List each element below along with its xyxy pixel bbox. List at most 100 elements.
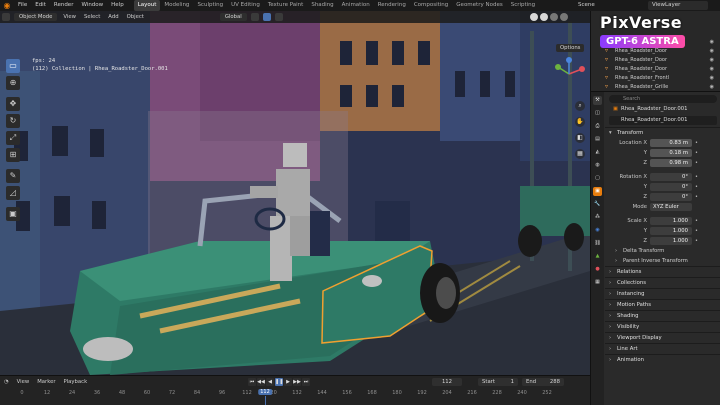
panel-header-line-art[interactable]: › Line Art [605,343,720,354]
visibility-eye-icon[interactable]: ◉ [710,48,714,54]
blender-logo-icon[interactable]: ◉ [0,0,14,11]
output-tab-icon[interactable]: ⎙ [593,122,602,131]
cursor-tool-icon[interactable]: ⊕ [6,76,20,90]
panel-header-motion-paths[interactable]: › Motion Paths [605,299,720,310]
location-y-field[interactable]: 0.18 m [650,149,692,157]
parent-inverse-subpanel[interactable]: › Parent Inverse Transform [605,256,720,266]
rotate-tool-icon[interactable]: ↻ [6,114,20,128]
camera-view-icon[interactable]: ◧ [575,133,585,143]
keyframe-dot-icon[interactable]: • [695,184,698,190]
outliner-item[interactable]: ▿ Rhea_Roadster_Frontl ◉ [591,73,720,82]
viewport-menu-view[interactable]: View [59,14,80,20]
workspace-tab-shading[interactable]: Shading [307,0,337,11]
playhead-frame-badge[interactable]: 112 [258,389,272,395]
outliner-item[interactable]: ▿ Rhea_Roadster_Door ◉ [591,55,720,64]
visibility-eye-icon[interactable]: ◉ [710,84,714,90]
menu-window[interactable]: Window [77,0,107,11]
play-icon[interactable]: ▶ [284,378,292,386]
workspace-tab-modeling[interactable]: Modeling [160,0,193,11]
keyframe-dot-icon[interactable]: • [695,140,698,146]
workspace-tab-compositing[interactable]: Compositing [410,0,452,11]
prev-keyframe-icon[interactable]: ◀◀ [257,378,265,386]
view-layer-selector[interactable]: ViewLayer [648,1,708,10]
outliner-item[interactable]: ▿ Rhea_Roadster_Door ◉ [591,64,720,73]
add-cube-tool-icon[interactable]: ▣ [6,207,20,221]
wireframe-shading-icon[interactable] [530,13,538,21]
rotation-mode-dropdown[interactable]: XYZ Euler [650,203,692,211]
physics-tab-icon[interactable]: ◉ [593,226,602,235]
workspace-tab-texture-paint[interactable]: Texture Paint [264,0,308,11]
scale-z-field[interactable]: 1.000 [650,237,692,245]
next-keyframe-icon[interactable]: ▶▶ [293,378,301,386]
panel-header-collections[interactable]: › Collections [605,277,720,288]
workspace-tab-scripting[interactable]: Scripting [507,0,539,11]
tool-tab-icon[interactable]: ⚒ [593,96,602,105]
scene-selector[interactable]: Scene [578,0,595,11]
jump-end-icon[interactable]: ⏭ [302,378,310,386]
location-z-field[interactable]: 0.98 m [650,159,692,167]
mode-dropdown[interactable]: Object Mode [14,13,58,21]
annotate-tool-icon[interactable]: ✎ [6,169,20,183]
pivot-point-icon[interactable] [250,13,259,21]
keyframe-dot-icon[interactable]: • [695,160,698,166]
select-box-tool-icon[interactable]: ▭ [6,59,20,73]
workspace-tab-animation[interactable]: Animation [338,0,374,11]
visibility-eye-icon[interactable]: ◉ [710,66,714,72]
panel-header-instancing[interactable]: › Instancing [605,288,720,299]
timeline-menu-marker[interactable]: Marker [33,379,59,385]
transform-orientation-dropdown[interactable]: Global [219,13,247,21]
scale-x-field[interactable]: 1.000 [650,217,692,225]
transform-tool-icon[interactable]: ⊞ [6,148,20,162]
3d-viewport[interactable]: fps: 24 (112) Collection | Rhea_Roadster… [0,11,590,375]
workspace-tab-layout[interactable]: Layout [133,0,161,11]
solid-shading-icon[interactable] [540,13,548,21]
end-frame-field[interactable]: End 288 [522,378,564,386]
rendered-shading-icon[interactable] [560,13,568,21]
workspace-tab-geometry-nodes[interactable]: Geometry Nodes [452,0,506,11]
render-tab-icon[interactable]: ◫ [593,109,602,118]
outliner-item[interactable]: ▿ Rhea_Roadster_Grille ◉ [591,82,720,91]
panel-header-shading[interactable]: › Shading [605,310,720,321]
modifier-tab-icon[interactable]: 🔧 [593,200,602,209]
texture-tab-icon[interactable]: ▦ [593,278,602,287]
zoom-icon[interactable]: ⌕ [575,101,585,111]
viewport-options-button[interactable]: Options [556,44,585,52]
pan-hand-icon[interactable]: ✋ [575,117,585,127]
visibility-eye-icon[interactable]: ◉ [710,57,714,63]
material-shading-icon[interactable] [550,13,558,21]
scene-tab-icon[interactable]: ◭ [593,148,602,157]
rotation-y-field[interactable]: 0° [650,183,692,191]
visibility-eye-icon[interactable]: ◉ [710,39,714,45]
workspace-tab-rendering[interactable]: Rendering [374,0,410,11]
navigation-gizmo-icon[interactable] [552,57,586,91]
viewport-menu-select[interactable]: Select [80,14,104,20]
visibility-eye-icon[interactable]: ◉ [710,75,714,81]
measure-tool-icon[interactable]: ◿ [6,186,20,200]
particles-tab-icon[interactable]: ⁂ [593,213,602,222]
delta-transform-subpanel[interactable]: › Delta Transform [605,246,720,256]
location-x-field[interactable]: 0.83 m [650,139,692,147]
workspace-tab-uv-editing[interactable]: UV Editing [227,0,264,11]
keyframe-dot-icon[interactable]: • [695,238,698,244]
play-reverse-icon[interactable]: ◀ [266,378,274,386]
keyframe-dot-icon[interactable]: • [695,218,698,224]
data-tab-icon[interactable]: ▲ [593,252,602,261]
panel-header-visibility[interactable]: › Visibility [605,321,720,332]
panel-header-viewport-display[interactable]: › Viewport Display [605,332,720,343]
proportional-editing-icon[interactable] [274,13,283,21]
snap-icon[interactable] [262,13,271,21]
rotation-x-field[interactable]: 0° [650,173,692,181]
workspace-tab-sculpting[interactable]: Sculpting [193,0,227,11]
panel-header-animation[interactable]: › Animation [605,354,720,365]
scale-tool-icon[interactable]: ⤢ [6,131,20,145]
jump-start-icon[interactable]: ⏮ [248,378,256,386]
editor-type-icon[interactable] [2,13,10,21]
keyframe-dot-icon[interactable]: • [695,174,698,180]
object-name-field[interactable]: Rhea_Roadster_Door.001 [609,116,717,125]
viewport-menu-add[interactable]: Add [104,14,122,20]
timeline-menu-view[interactable]: View [13,379,34,385]
material-tab-icon[interactable]: ● [593,265,602,274]
collection-tab-icon[interactable]: ▢ [593,174,602,183]
menu-help[interactable]: Help [107,0,128,11]
perspective-toggle-icon[interactable]: ▦ [575,149,585,159]
